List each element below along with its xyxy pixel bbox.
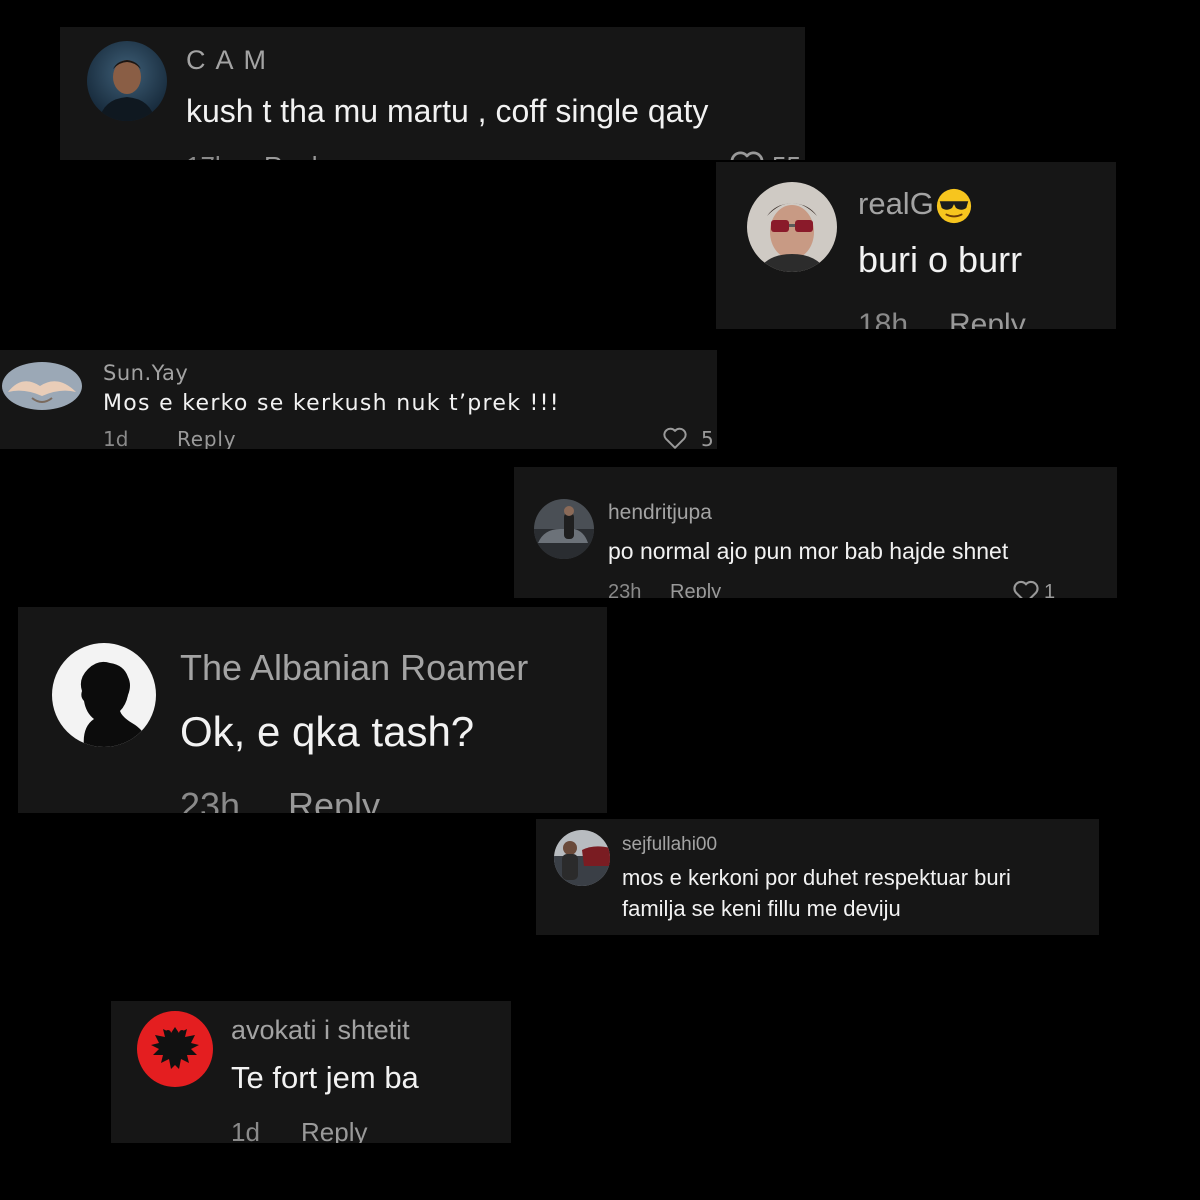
comment-text: Ok, e qka tash? <box>180 708 475 755</box>
comment-card-hendritjupa: hendritjupa po normal ajo pun mor bab ha… <box>514 467 1117 598</box>
comment-card-sejfullahi00: sejfullahi00 mos e kerkoni por duhet res… <box>536 819 1099 935</box>
photo-man-car-icon[interactable] <box>534 499 594 559</box>
comment-username-text[interactable]: realG <box>858 186 934 221</box>
comment-card-cam: C A M kush t tha mu martu , coff single … <box>60 27 805 160</box>
like-count: 5 <box>701 427 714 449</box>
comment-text: po normal ajo pun mor bab hajde shnet <box>608 538 1009 564</box>
comment-card-albanian-roamer: The Albanian Roamer Ok, e qka tash? 23h … <box>18 607 607 813</box>
comment-time: 23h <box>180 785 241 813</box>
comment-card-sunyay: Sun.Yay Mos e kerko se kerkush nuk t’pre… <box>0 350 717 449</box>
comment-username[interactable]: hendritjupa <box>608 501 712 525</box>
heart-icon[interactable] <box>728 149 766 160</box>
albanian-eagle-flag-icon[interactable] <box>137 1011 213 1087</box>
comment-time: 1d <box>103 427 129 449</box>
reply-button[interactable]: Reply <box>670 581 721 598</box>
comment-text: kush t tha mu martu , coff single qaty <box>186 93 709 129</box>
like-count: 55 <box>772 151 801 160</box>
comment-card-avokati: avokati i shtetit Te fort jem ba 1d Repl… <box>111 1001 511 1143</box>
comment-text: Te fort jem ba <box>231 1060 419 1095</box>
comment-username[interactable]: realG <box>858 186 973 225</box>
comment-time: 1d <box>231 1117 260 1143</box>
reply-button[interactable]: Reply <box>949 308 1026 329</box>
comment-time: 17h <box>186 151 229 160</box>
comment-text: Mos e kerko se kerkush nuk t’prek !!! <box>103 391 560 416</box>
photo-person-car-icon[interactable] <box>554 830 610 886</box>
photo-hands-eagle-icon[interactable] <box>2 362 82 410</box>
comment-text-line1: mos e kerkoni por duhet respektuar buri <box>622 865 1011 890</box>
sunglasses-emoji-icon <box>936 188 971 223</box>
like-count: 1 <box>1044 581 1056 598</box>
comment-time: 23h <box>608 581 642 598</box>
comment-username[interactable]: The Albanian Roamer <box>180 647 528 689</box>
comment-username[interactable]: sejfullahi00 <box>622 834 717 856</box>
comment-username[interactable]: avokati i shtetit <box>231 1015 410 1046</box>
comment-text-line2: familja se keni fillu me deviju <box>622 896 901 921</box>
reply-button[interactable]: Reply <box>301 1117 367 1143</box>
comment-username[interactable]: C A M <box>186 45 268 76</box>
comment-text: buri o burr <box>858 239 1023 280</box>
silhouette-profile-icon[interactable] <box>52 643 156 747</box>
heart-icon[interactable] <box>1011 579 1041 598</box>
reply-button[interactable]: Reply <box>264 151 330 160</box>
reply-button[interactable]: Reply <box>177 427 236 449</box>
comment-time: 18h <box>858 308 909 329</box>
comment-card-realg: realG buri o burr 18h Reply <box>716 162 1116 329</box>
comment-username[interactable]: Sun.Yay <box>103 361 188 385</box>
photo-man-sunglasses-icon[interactable] <box>747 182 837 272</box>
reply-button[interactable]: Reply <box>288 785 380 813</box>
heart-icon[interactable] <box>656 426 694 449</box>
photo-portrait-man-icon[interactable] <box>87 41 167 121</box>
